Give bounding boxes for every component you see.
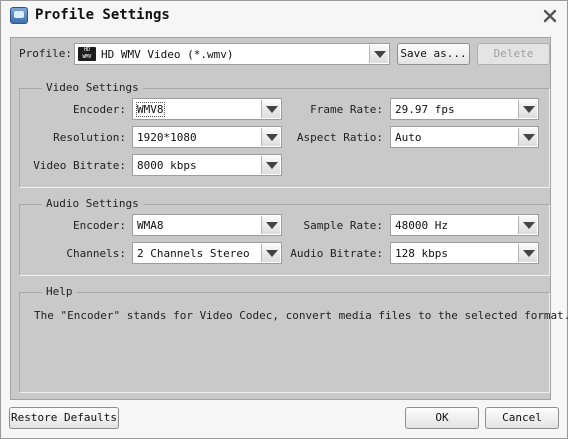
wmv-format-icon: HD WMV [78,47,96,61]
chevron-down-icon[interactable] [261,244,280,262]
restore-defaults-button[interactable]: Restore Defaults [9,407,119,429]
aspect-ratio-label: Aspect Ratio: [296,131,383,144]
video-bitrate-label: Video Bitrate: [33,159,126,172]
channels-value: 2 Channels Stereo [137,247,250,260]
ok-button[interactable]: OK [405,407,479,429]
chevron-down-icon[interactable] [518,128,537,146]
settings-panel: Profile: HD WMV HD WMV Video (*.wmv) Sav… [10,37,568,400]
profile-label: Profile: [19,47,72,60]
video-encoder-select[interactable]: WMV8 [132,98,282,120]
sample-rate-label: Sample Rate: [303,219,383,232]
profile-settings-dialog: Profile Settings Profile: HD WMV HD WMV … [0,0,568,439]
video-app-icon [10,7,28,24]
video-bitrate-value: 8000 kbps [137,159,197,172]
profile-select[interactable]: HD WMV HD WMV Video (*.wmv) [74,43,390,65]
frame-rate-label: Frame Rate: [310,103,383,116]
dialog-title: Profile Settings [35,7,170,23]
chevron-down-icon[interactable] [261,216,280,234]
chevron-down-icon[interactable] [518,216,537,234]
channels-select[interactable]: 2 Channels Stereo [132,242,282,264]
video-bitrate-select[interactable]: 8000 kbps [132,154,282,176]
audio-encoder-select[interactable]: WMA8 [132,214,282,236]
video-settings-title: Video Settings [42,81,143,94]
aspect-ratio-value: Auto [395,131,422,144]
chevron-down-icon[interactable] [369,45,388,63]
aspect-ratio-select[interactable]: Auto [390,126,539,148]
help-text: The "Encoder" stands for Video Codec, co… [34,309,568,322]
delete-button[interactable]: Delete [477,43,550,65]
chevron-down-icon[interactable] [261,100,280,118]
chevron-down-icon[interactable] [261,156,280,174]
audio-bitrate-value: 128 kbps [395,247,448,260]
sample-rate-select[interactable]: 48000 Hz [390,214,539,236]
audio-bitrate-label: Audio Bitrate: [290,247,383,260]
profile-select-value: HD WMV Video (*.wmv) [101,48,234,61]
resolution-select[interactable]: 1920*1080 [132,126,282,148]
audio-encoder-label: Encoder: [73,219,126,232]
audio-settings-title: Audio Settings [42,197,143,210]
frame-rate-select[interactable]: 29.97 fps [390,98,539,120]
resolution-value: 1920*1080 [137,131,197,144]
help-title: Help [42,285,77,298]
audio-encoder-value: WMA8 [137,219,164,232]
help-group: Help [19,285,550,393]
channels-label: Channels: [66,247,126,260]
cancel-button[interactable]: Cancel [485,407,559,429]
chevron-down-icon[interactable] [518,244,537,262]
chevron-down-icon[interactable] [518,100,537,118]
video-encoder-value: WMV8 [136,102,165,117]
resolution-label: Resolution: [53,131,126,144]
chevron-down-icon[interactable] [261,128,280,146]
close-icon[interactable] [541,7,559,25]
frame-rate-value: 29.97 fps [395,103,455,116]
title-bar[interactable]: Profile Settings [1,1,567,31]
audio-bitrate-select[interactable]: 128 kbps [390,242,539,264]
sample-rate-value: 48000 Hz [395,219,448,232]
video-encoder-label: Encoder: [73,103,126,116]
save-as-button[interactable]: Save as... [397,43,470,65]
